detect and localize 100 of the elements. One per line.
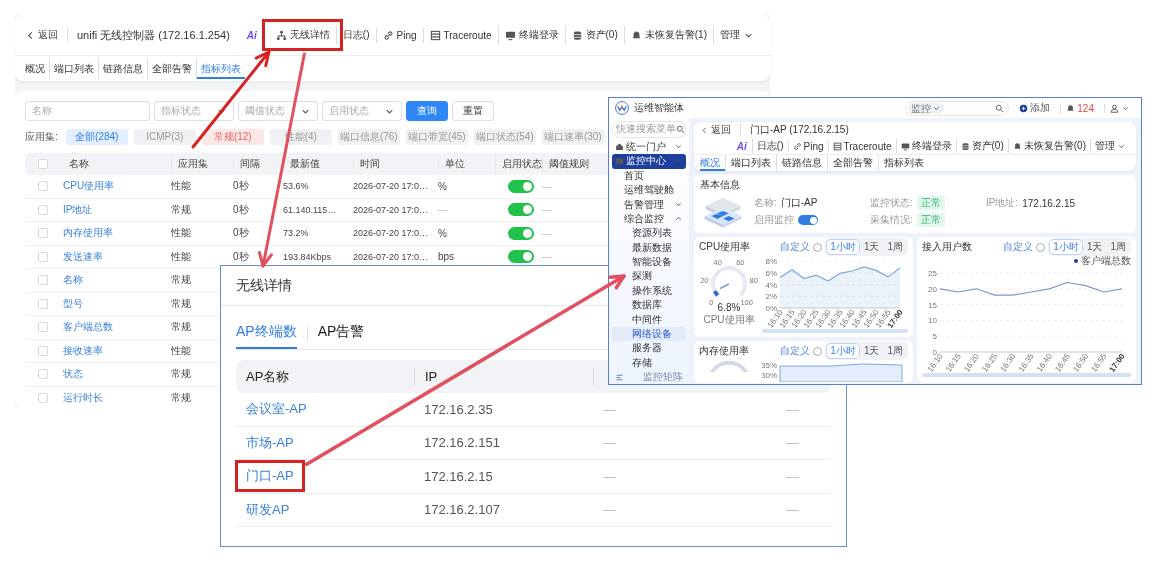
menu-item[interactable]: 资源列表: [612, 226, 686, 241]
custom-link[interactable]: 自定义: [780, 344, 811, 358]
menu-item[interactable]: 智能设备: [612, 254, 686, 270]
tab[interactable]: 端口列表: [725, 155, 776, 171]
add-button[interactable]: 添加: [1014, 101, 1056, 115]
collapse-icon[interactable]: [615, 372, 624, 382]
range-option[interactable]: 1小时: [826, 239, 860, 255]
checkbox[interactable]: [38, 298, 48, 309]
metric-link[interactable]: 发送速率: [63, 250, 103, 262]
metric-link[interactable]: 内存使用率: [63, 227, 113, 239]
checkbox[interactable]: [38, 345, 48, 356]
menu-item[interactable]: 综合监控: [612, 211, 686, 227]
toolbar-button[interactable]: 资产(0): [564, 26, 624, 44]
tab[interactable]: 概况: [700, 155, 725, 171]
tab[interactable]: 指标列表: [196, 58, 245, 79]
card-title: 基本信息: [700, 179, 740, 190]
checkbox[interactable]: [38, 275, 48, 286]
tab[interactable]: 链路信息: [776, 155, 827, 171]
range-option[interactable]: 1天: [859, 343, 884, 359]
back-link[interactable]: 返回: [25, 28, 68, 42]
custom-link[interactable]: 自定义: [1003, 240, 1034, 254]
alarm-button[interactable]: 124: [1060, 102, 1099, 114]
menu-item[interactable]: 中间件: [612, 312, 686, 327]
toggle-switch[interactable]: [508, 179, 534, 193]
toolbar-button[interactable]: 资产(0): [955, 139, 1008, 153]
toolbar-button[interactable]: 日志(): [751, 139, 788, 153]
checkbox[interactable]: [38, 181, 48, 192]
menu-item[interactable]: 首页: [612, 168, 686, 183]
range-option[interactable]: 1小时: [826, 343, 860, 359]
range-option[interactable]: 1周: [883, 343, 907, 359]
tab[interactable]: AP终端数: [236, 323, 297, 349]
ap-link[interactable]: 会议室-AP: [235, 393, 318, 426]
menu-item[interactable]: 运维驾驶舱: [612, 182, 686, 198]
toolbar-button[interactable]: Traceroute: [827, 140, 896, 152]
metric-link[interactable]: 客户端总数: [63, 321, 113, 333]
metric-link[interactable]: CPU使用率: [63, 180, 115, 192]
metric-link[interactable]: 名称: [63, 274, 83, 286]
menu-item[interactable]: 统一门户: [612, 139, 686, 155]
tab[interactable]: 全部告警: [827, 155, 878, 171]
range-option[interactable]: 1天: [1082, 239, 1107, 255]
ai-button[interactable]: Ai: [246, 29, 257, 41]
toolbar-button[interactable]: Ping: [787, 140, 828, 152]
toolbar-button[interactable]: 管理: [1090, 139, 1130, 153]
toggle-switch[interactable]: [798, 215, 818, 225]
zoom-slider[interactable]: [922, 373, 1131, 377]
metric-link[interactable]: 型号: [63, 297, 83, 309]
ai-button[interactable]: Ai: [736, 140, 747, 152]
checkbox[interactable]: [38, 322, 48, 333]
metric-link[interactable]: 接收速率: [63, 344, 103, 356]
metric-link[interactable]: 运行时长: [63, 391, 103, 403]
range-option[interactable]: 1周: [883, 239, 907, 255]
reset-button[interactable]: 重置: [452, 101, 494, 121]
zoom-slider[interactable]: [762, 329, 908, 333]
chevron-left-icon: [700, 125, 709, 135]
ap-link[interactable]: 研发AP: [235, 493, 301, 526]
query-button[interactable]: 查询: [406, 101, 448, 121]
checkbox[interactable]: [38, 251, 48, 262]
menu-item[interactable]: 数据库: [612, 298, 686, 313]
toggle-switch[interactable]: [508, 250, 534, 264]
checkbox[interactable]: [38, 159, 48, 169]
toolbar-button[interactable]: 未恢复告警(1): [623, 26, 713, 44]
toggle-switch[interactable]: [508, 226, 534, 240]
toolbar-button[interactable]: 无线详情: [268, 26, 336, 44]
checkbox[interactable]: [38, 228, 48, 239]
toolbar-button[interactable]: 未恢复告警(0): [1007, 139, 1090, 153]
menu-item[interactable]: 服务器: [612, 341, 686, 356]
metric-link[interactable]: 状态: [63, 368, 83, 380]
ap-link[interactable]: 市场-AP: [235, 426, 305, 459]
toolbar-button[interactable]: 管理: [713, 26, 760, 44]
menu-item[interactable]: 存储: [612, 355, 686, 370]
ap-link[interactable]: 门口-AP: [235, 460, 305, 493]
toolbar-button[interactable]: Traceroute: [422, 27, 498, 43]
range-option[interactable]: 1周: [1106, 239, 1130, 255]
checkbox[interactable]: [38, 392, 48, 403]
toolbar-button[interactable]: 终端登录: [497, 26, 565, 44]
table-cell: 172.16.2.151: [424, 435, 500, 451]
menu-item[interactable]: 操作系统: [612, 283, 686, 299]
menu-item[interactable]: 告警管理: [612, 197, 686, 212]
tab[interactable]: 端口列表: [49, 58, 98, 79]
range-option[interactable]: 1天: [859, 239, 884, 255]
tab[interactable]: 链路信息: [98, 58, 147, 79]
toolbar-button[interactable]: 终端登录: [895, 139, 956, 153]
checkbox[interactable]: [38, 204, 48, 215]
tab[interactable]: 全部告警: [147, 58, 196, 79]
filter-tag[interactable]: 全部(284): [65, 129, 128, 145]
checkbox[interactable]: [38, 369, 48, 380]
range-option[interactable]: 1小时: [1049, 239, 1083, 255]
tab[interactable]: 指标列表: [878, 155, 929, 171]
toggle-switch[interactable]: [508, 203, 534, 217]
toolbar-button[interactable]: Ping: [375, 27, 423, 43]
scope-select[interactable]: 监控: [908, 102, 945, 114]
menu-item[interactable]: 最新数据: [612, 240, 686, 255]
toolbar-button[interactable]: 日志(): [335, 26, 376, 44]
custom-link[interactable]: 自定义: [780, 240, 811, 254]
back-link[interactable]: 返回: [700, 123, 741, 137]
tab[interactable]: 概况: [25, 58, 49, 79]
metric-link[interactable]: IP地址: [63, 203, 93, 215]
menu-item[interactable]: 网络设备: [612, 326, 686, 342]
menu-item[interactable]: 监控中心: [612, 154, 686, 169]
tab[interactable]: AP告警: [317, 323, 365, 349]
